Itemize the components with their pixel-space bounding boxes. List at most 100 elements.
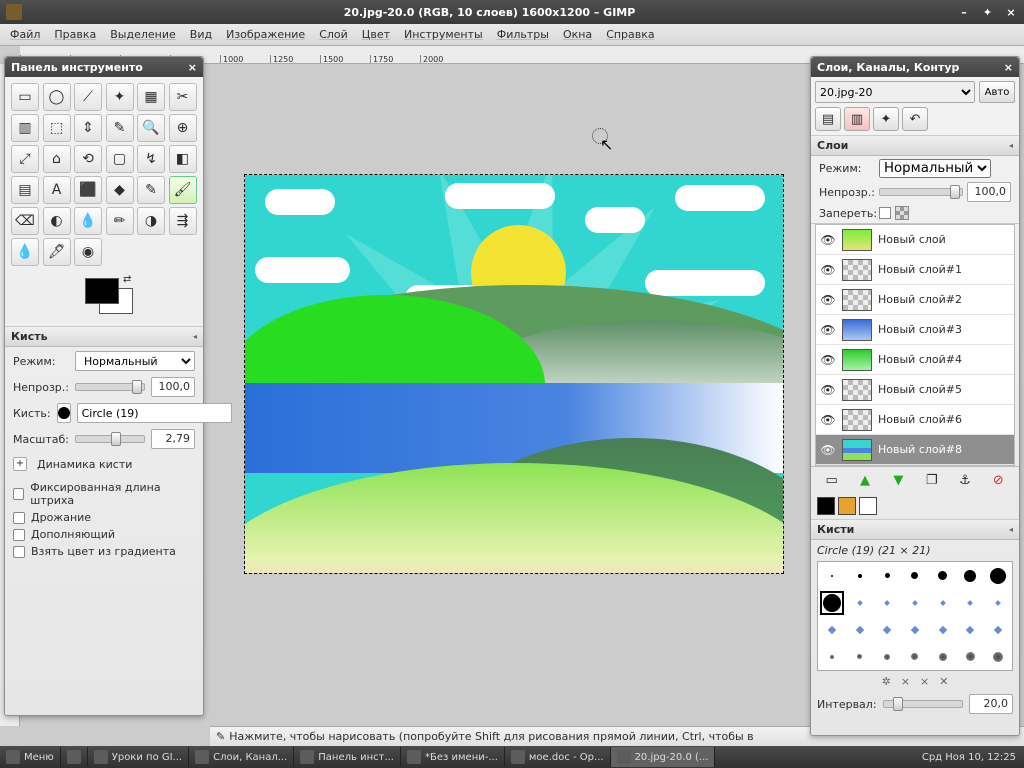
tool-8[interactable]: ⇕: [74, 114, 102, 142]
layer-row[interactable]: 👁Новый слой#8: [816, 435, 1014, 465]
color-swatches[interactable]: ⇄: [11, 274, 197, 320]
duplicate-layer-icon[interactable]: ❐: [922, 471, 942, 489]
brush-preview[interactable]: [57, 403, 71, 423]
visibility-icon[interactable]: 👁: [820, 413, 836, 427]
tab-channels-icon[interactable]: ▥: [844, 107, 870, 131]
brush-refresh-icon[interactable]: ✲: [882, 675, 891, 688]
desktop-button[interactable]: [61, 747, 88, 767]
brush-preset[interactable]: [884, 600, 890, 606]
fg-color-swatch[interactable]: [85, 278, 119, 304]
anchor-layer-icon[interactable]: ⚓: [955, 471, 975, 489]
maximize-button[interactable]: ✦: [981, 6, 995, 19]
brush-new-icon[interactable]: ✕: [939, 675, 948, 688]
brush-preset[interactable]: [857, 654, 862, 659]
brush-preset[interactable]: [858, 574, 862, 578]
visibility-icon[interactable]: 👁: [820, 383, 836, 397]
color-swatch[interactable]: [859, 497, 877, 515]
brush-preset[interactable]: [828, 625, 836, 633]
tool-20[interactable]: ⬛: [74, 176, 102, 204]
opacity-slider[interactable]: [75, 383, 145, 391]
layer-row[interactable]: 👁Новый слой#3: [816, 315, 1014, 345]
taskbar-item[interactable]: Слои, Канал...: [189, 747, 294, 767]
brush-preset[interactable]: [993, 652, 1003, 662]
brush-delete2-icon[interactable]: ×: [920, 675, 929, 688]
taskbar-item[interactable]: Уроки по GI...: [88, 747, 189, 767]
lower-layer-icon[interactable]: ▼: [888, 471, 908, 489]
tool-22[interactable]: ✎: [137, 176, 165, 204]
tool-26[interactable]: 💧: [74, 207, 102, 235]
raise-layer-icon[interactable]: ▲: [855, 471, 875, 489]
taskbar-item[interactable]: *Без имени-...: [401, 747, 505, 767]
layer-row[interactable]: 👁Новый слой#5: [816, 375, 1014, 405]
tool-29[interactable]: ⇶: [169, 207, 197, 235]
menu-Изображение[interactable]: Изображение: [220, 26, 311, 43]
brush-name-input[interactable]: [77, 403, 232, 423]
tool-18[interactable]: ▤: [11, 176, 39, 204]
visibility-icon[interactable]: 👁: [820, 353, 836, 367]
mode-select[interactable]: Нормальный: [75, 351, 195, 371]
tool-15[interactable]: ▢: [106, 145, 134, 173]
tool-25[interactable]: ◐: [43, 207, 71, 235]
brush-preset[interactable]: [939, 653, 947, 661]
tool-17[interactable]: ◧: [169, 145, 197, 173]
tool-6[interactable]: ▥: [11, 114, 39, 142]
visibility-icon[interactable]: 👁: [820, 263, 836, 277]
brush-preset[interactable]: [990, 568, 1006, 584]
menu-Инструменты[interactable]: Инструменты: [398, 26, 489, 43]
layer-mode-select[interactable]: Нормальный: [879, 159, 991, 178]
tab-paths-icon[interactable]: ✦: [873, 107, 899, 131]
brush-preset[interactable]: [911, 653, 918, 660]
start-menu-button[interactable]: Меню: [0, 747, 61, 767]
taskbar-item[interactable]: мое.doc - Op...: [505, 747, 611, 767]
tool-14[interactable]: ⟲: [74, 145, 102, 173]
toolbox-close-icon[interactable]: ×: [188, 61, 197, 74]
option-checkbox[interactable]: Дополняющий: [13, 526, 195, 543]
opacity-value[interactable]: 100,0: [151, 377, 195, 397]
brush-preset[interactable]: [830, 655, 834, 659]
menu-Выделение[interactable]: Выделение: [104, 26, 182, 43]
toolbox-title[interactable]: Панель инструменто ×: [5, 57, 203, 77]
brush-preset[interactable]: [968, 600, 974, 606]
layer-row[interactable]: 👁Новый слой#2: [816, 285, 1014, 315]
swap-colors-icon[interactable]: ⇄: [123, 274, 131, 285]
brush-preset[interactable]: [938, 625, 946, 633]
tool-13[interactable]: ⌂: [43, 145, 71, 173]
brush-preset[interactable]: [831, 575, 833, 577]
brush-preset[interactable]: [855, 625, 863, 633]
tool-11[interactable]: ⊕: [169, 114, 197, 142]
tool-30[interactable]: 💧: [11, 238, 39, 266]
visibility-icon[interactable]: 👁: [820, 443, 836, 457]
minimize-button[interactable]: –: [957, 6, 971, 19]
brush-preset[interactable]: [966, 652, 975, 661]
option-checkbox[interactable]: Фиксированная длина штриха: [13, 479, 195, 509]
tab-layers-icon[interactable]: ▤: [815, 107, 841, 131]
brush-preset[interactable]: [966, 625, 974, 633]
tool-27[interactable]: ✏: [106, 207, 134, 235]
visibility-icon[interactable]: 👁: [820, 323, 836, 337]
tool-28[interactable]: ◑: [137, 207, 165, 235]
taskbar-item[interactable]: 20.jpg-20.0 (...: [611, 747, 716, 767]
brush-preset[interactable]: [912, 600, 918, 606]
menu-Слой[interactable]: Слой: [313, 26, 354, 43]
tool-21[interactable]: ◆: [106, 176, 134, 204]
visibility-icon[interactable]: 👁: [820, 233, 836, 247]
tool-23[interactable]: 🖌: [169, 176, 197, 204]
layer-row[interactable]: 👁Новый слой#4: [816, 345, 1014, 375]
brush-grid[interactable]: [817, 561, 1013, 671]
tool-9[interactable]: ✎: [106, 114, 134, 142]
brush-preset[interactable]: [883, 625, 891, 633]
tool-1[interactable]: ◯: [43, 83, 71, 111]
menu-Справка[interactable]: Справка: [600, 26, 660, 43]
layers-title[interactable]: Слои, Каналы, Контур ×: [811, 57, 1019, 77]
brush-preset[interactable]: [911, 625, 919, 633]
tool-5[interactable]: ✂: [169, 83, 197, 111]
tab-undo-icon[interactable]: ↶: [902, 107, 928, 131]
tool-24[interactable]: ⌫: [11, 207, 39, 235]
scale-value[interactable]: 2,79: [151, 429, 195, 449]
image-selector[interactable]: 20.jpg-20: [815, 81, 975, 103]
brush-preset[interactable]: [911, 572, 918, 579]
tool-16[interactable]: ↯: [137, 145, 165, 173]
tool-12[interactable]: ⤢: [11, 145, 39, 173]
tool-31[interactable]: 🖋: [43, 238, 71, 266]
brush-delete-icon[interactable]: ×: [901, 675, 910, 688]
